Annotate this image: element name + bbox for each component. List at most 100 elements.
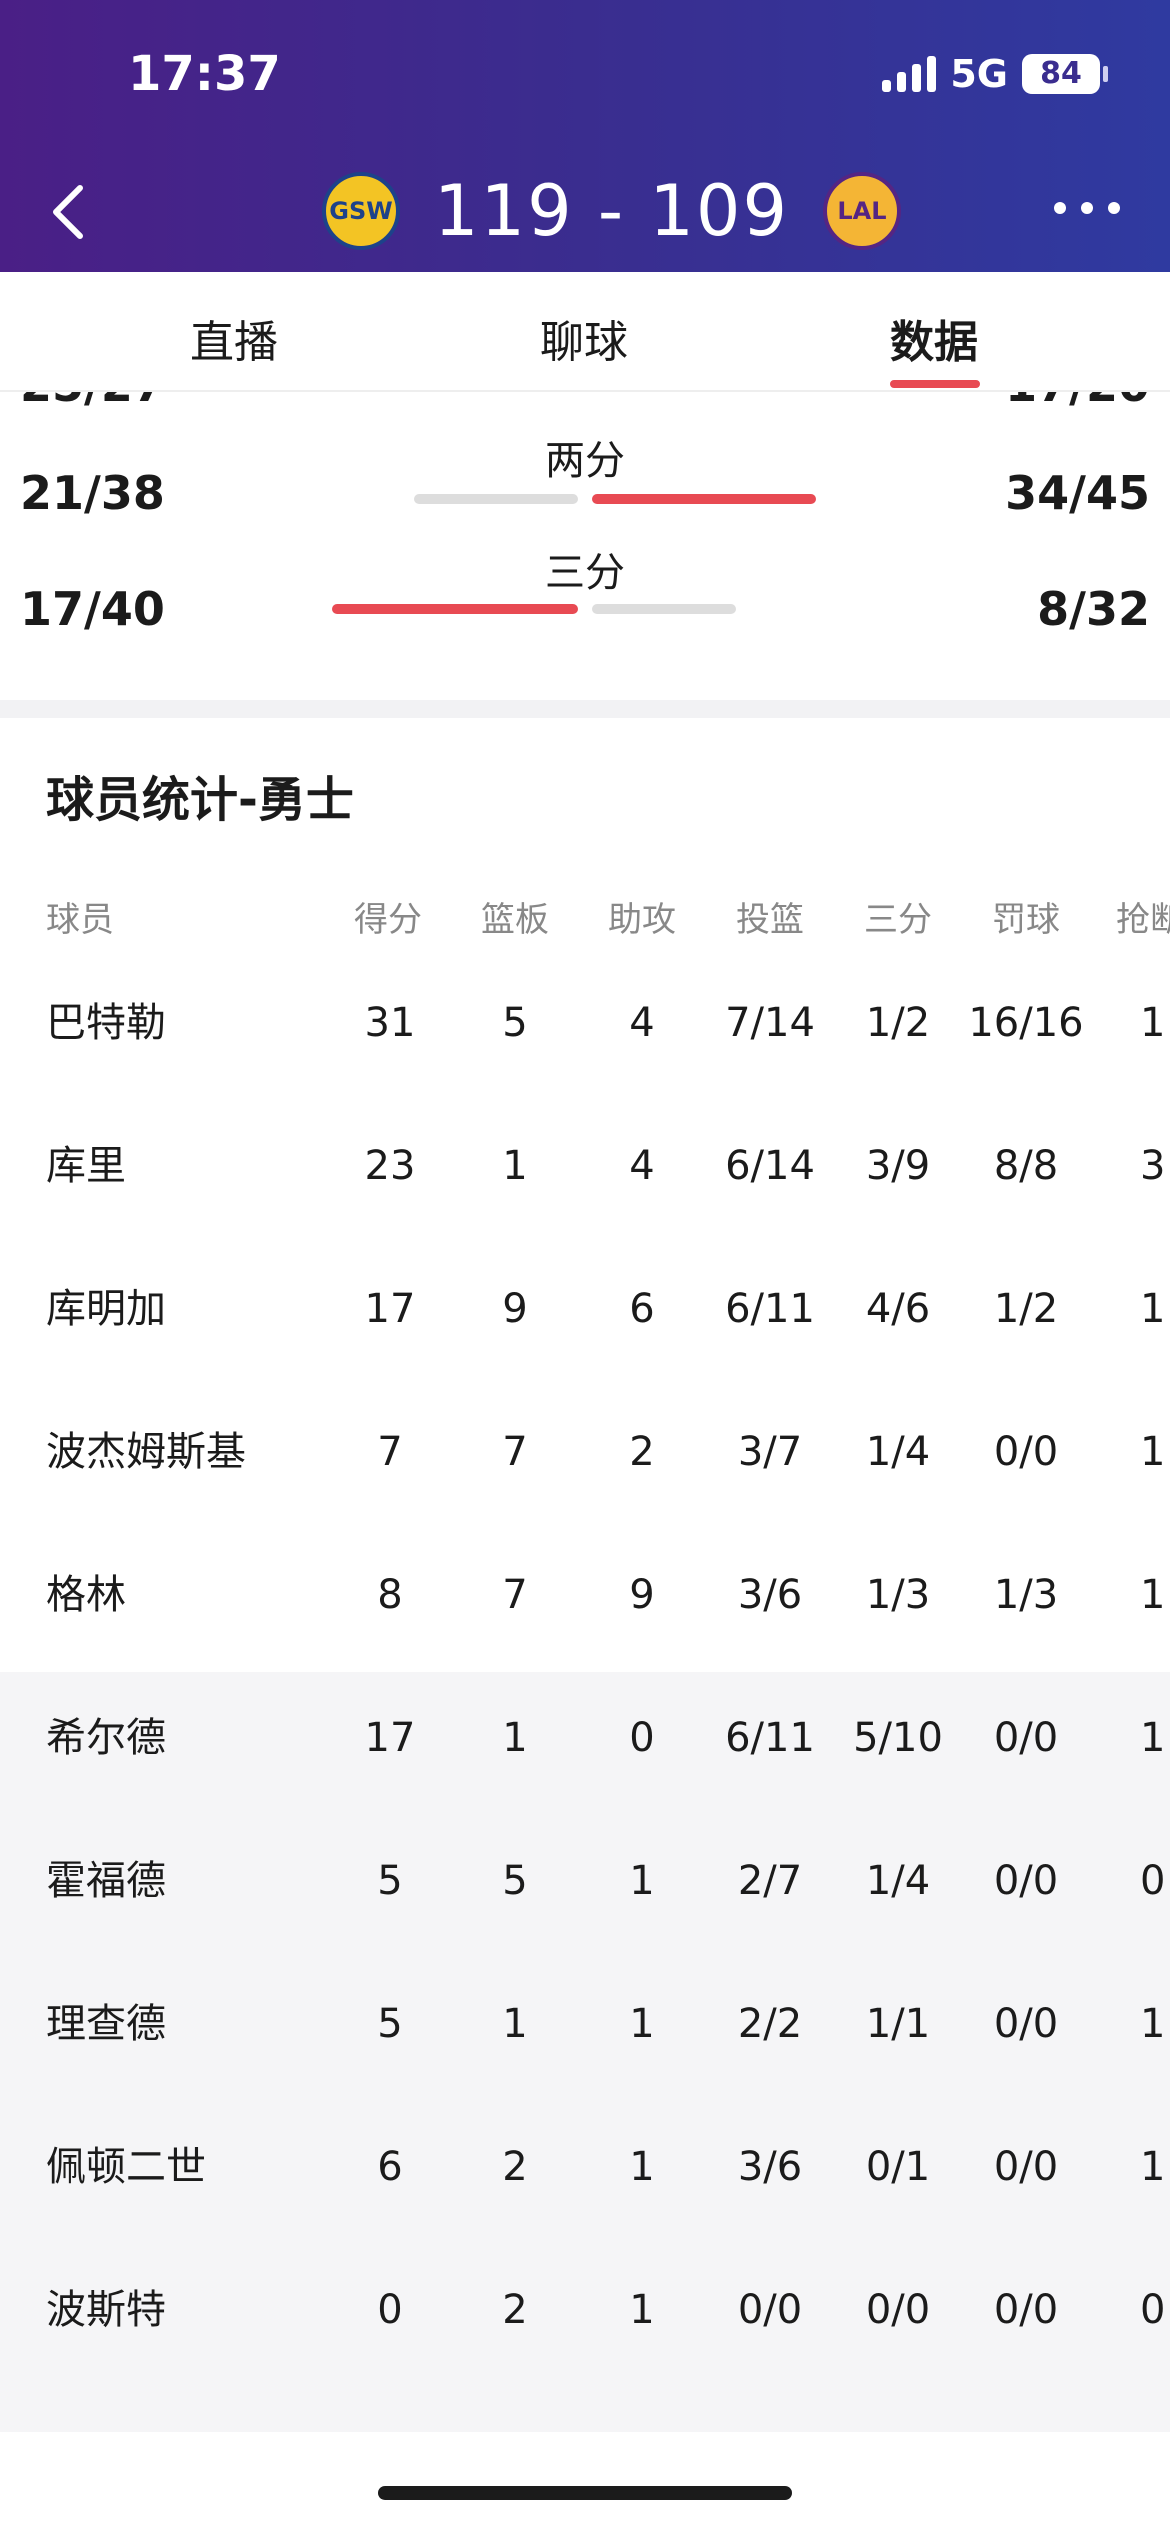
player-stat-ast: 1 <box>629 1858 655 1904</box>
tab-live[interactable]: 直播 <box>190 306 278 370</box>
player-stat-tp: 4/6 <box>865 1286 931 1332</box>
player-stat-reb: 7 <box>502 1572 528 1618</box>
player-row[interactable]: 库明加 17 9 6 6/11 4/6 1/2 1 <box>0 1238 1170 1381</box>
stat-bar-right <box>592 494 816 504</box>
player-name: 库明加 <box>46 1286 166 1332</box>
player-name: 霍福德 <box>46 1858 166 1904</box>
player-stat-ast: 1 <box>629 2001 655 2047</box>
tab-chat[interactable]: 聊球 <box>540 306 628 370</box>
player-stat-stl: 1 <box>1140 1429 1166 1475</box>
player-stat-tp: 1/2 <box>865 1000 931 1046</box>
col-header-points[interactable]: 得分 <box>328 892 448 941</box>
player-stat-tp: 5/10 <box>853 1715 943 1761</box>
gsw-logo[interactable]: GSW <box>322 172 400 250</box>
game-score: 119 - 109 <box>434 170 789 252</box>
col-header-points-label: 得分 <box>354 900 422 940</box>
player-row[interactable]: 佩顿二世 6 2 1 3/6 0/1 0/0 1 <box>0 2096 1170 2239</box>
tab-bar: 直播 聊球 数据 <box>0 272 1170 392</box>
player-stat-pts: 7 <box>377 1429 403 1475</box>
player-stat-fg: 2/7 <box>737 1858 803 1904</box>
stat-bar-left <box>332 604 578 614</box>
player-stat-fg: 3/7 <box>737 1429 803 1475</box>
player-stat-pts: 8 <box>377 1572 403 1618</box>
player-stat-fg: 6/14 <box>725 1143 815 1189</box>
stat-left-value: 17/40 <box>20 582 165 636</box>
col-header-steals[interactable]: 抢断 <box>1116 892 1170 941</box>
player-name: 库里 <box>46 1143 126 1189</box>
player-stat-pts: 5 <box>377 1858 403 1904</box>
stat-label: 两分 <box>545 438 625 484</box>
player-row[interactable]: 希尔德 17 1 0 6/11 5/10 0/0 1 <box>0 1667 1170 1810</box>
network-type: 5G <box>950 52 1008 96</box>
player-stat-ast: 0 <box>629 1715 655 1761</box>
player-stat-reb: 2 <box>502 2287 528 2333</box>
tab-stats[interactable]: 数据 <box>890 306 978 370</box>
player-row[interactable]: 格林 8 7 9 3/6 1/3 1/3 1 <box>0 1524 1170 1667</box>
col-header-3pt[interactable]: 三分 <box>838 892 958 941</box>
lal-logo[interactable]: LAL <box>822 172 901 250</box>
section-divider <box>0 700 1170 718</box>
player-name: 波斯特 <box>46 2287 166 2333</box>
player-stat-tp: 0/0 <box>865 2287 931 2333</box>
player-stat-ast: 1 <box>629 2287 655 2333</box>
player-row[interactable]: 波斯特 0 2 1 0/0 0/0 0/0 0 <box>0 2239 1170 2382</box>
player-stat-stl: 1 <box>1140 1715 1166 1761</box>
col-header-player: 球员 <box>46 900 114 940</box>
player-stat-ft: 0/0 <box>993 2144 1059 2190</box>
player-stat-pts: 6 <box>377 2144 403 2190</box>
col-header-fg[interactable]: 投篮 <box>710 892 830 941</box>
player-stat-reb: 1 <box>502 1143 528 1189</box>
back-icon[interactable] <box>46 182 96 242</box>
clipped-stat-row: 25/27 17/20 <box>0 392 1170 416</box>
player-stat-pts: 31 <box>364 1000 416 1046</box>
clipped-right-value: 17/20 <box>1005 392 1150 412</box>
stat-right-value: 8/32 <box>1037 582 1150 636</box>
player-stat-stl: 1 <box>1140 2144 1166 2190</box>
more-options-icon[interactable] <box>1052 190 1122 218</box>
player-name: 理查德 <box>46 2001 166 2047</box>
col-header-ft[interactable]: 罚球 <box>966 892 1086 941</box>
player-stat-ast: 2 <box>629 1429 655 1475</box>
stat-bar-left <box>414 494 578 504</box>
score-bar: GSW 119 - 109 LAL <box>322 170 901 252</box>
player-name: 巴特勒 <box>46 1000 166 1046</box>
player-stat-reb: 2 <box>502 2144 528 2190</box>
player-row[interactable]: 理查德 5 1 1 2/2 1/1 0/0 1 <box>0 1953 1170 2096</box>
player-row[interactable]: 波杰姆斯基 7 7 2 3/7 1/4 0/0 1 <box>0 1381 1170 1524</box>
stat-row-two-point: 两分 21/38 34/45 <box>0 420 1170 530</box>
player-row[interactable]: 库里 23 1 4 6/14 3/9 8/8 3 <box>0 1095 1170 1238</box>
player-stat-ast: 1 <box>629 2144 655 2190</box>
player-stat-reb: 7 <box>502 1429 528 1475</box>
player-stat-fg: 3/6 <box>737 1572 803 1618</box>
battery-icon: 84 <box>1022 54 1108 94</box>
player-stat-stl: 1 <box>1140 1572 1166 1618</box>
player-stat-pts: 0 <box>377 2287 403 2333</box>
player-stat-stl: 0 <box>1140 1858 1166 1904</box>
tab-active-indicator <box>890 380 980 388</box>
home-indicator[interactable] <box>378 2486 792 2500</box>
player-stat-tp: 1/4 <box>865 1858 931 1904</box>
player-stat-ft: 1/2 <box>993 1286 1059 1332</box>
player-stat-fg: 7/14 <box>725 1000 815 1046</box>
player-stat-pts: 5 <box>377 2001 403 2047</box>
player-stat-ft: 16/16 <box>968 1000 1084 1046</box>
player-stat-reb: 9 <box>502 1286 528 1332</box>
col-header-rebounds[interactable]: 篮板 <box>455 892 575 941</box>
player-stat-pts: 23 <box>364 1143 416 1189</box>
player-stat-tp: 3/9 <box>865 1143 931 1189</box>
player-stat-pts: 17 <box>364 1715 416 1761</box>
player-stat-fg: 3/6 <box>737 2144 803 2190</box>
player-stat-ast: 4 <box>629 1143 655 1189</box>
player-stat-stl: 0 <box>1140 2287 1166 2333</box>
player-row[interactable]: 巴特勒 31 5 4 7/14 1/2 16/16 1 <box>0 952 1170 1095</box>
player-stat-fg: 6/11 <box>725 1286 815 1332</box>
col-header-assists[interactable]: 助攻 <box>582 892 702 941</box>
player-row[interactable]: 霍福德 5 5 1 2/7 1/4 0/0 0 <box>0 1810 1170 1953</box>
player-stat-fg: 2/2 <box>737 2001 803 2047</box>
player-name: 佩顿二世 <box>46 2144 206 2190</box>
player-stat-stl: 1 <box>1140 1000 1166 1046</box>
player-stat-ast: 6 <box>629 1286 655 1332</box>
player-stat-stl: 1 <box>1140 1286 1166 1332</box>
stat-label: 三分 <box>545 550 625 596</box>
player-stat-reb: 1 <box>502 1715 528 1761</box>
